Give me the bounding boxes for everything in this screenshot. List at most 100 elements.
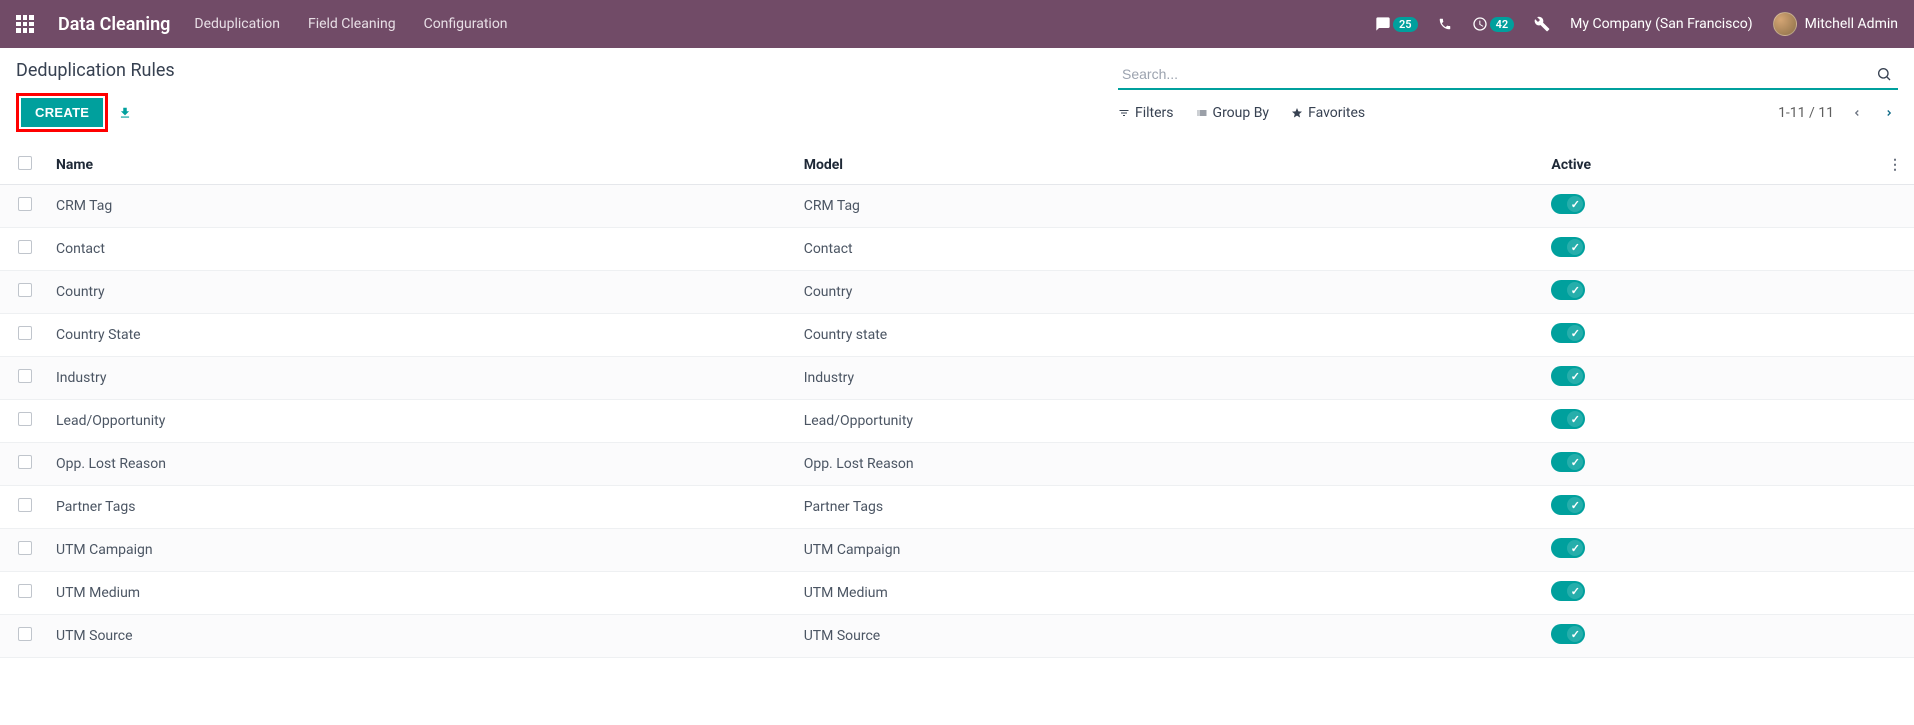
activities-icon[interactable]: 42 [1472,16,1515,32]
cell-name: Opp. Lost Reason [44,443,792,486]
cell-model: CRM Tag [792,185,1540,228]
active-toggle[interactable] [1551,323,1585,343]
col-model[interactable]: Model [792,146,1540,185]
active-toggle[interactable] [1551,581,1585,601]
groupby-button[interactable]: Group By [1196,105,1270,121]
cell-name: CRM Tag [44,185,792,228]
app-brand[interactable]: Data Cleaning [58,14,170,35]
cell-model: Lead/Opportunity [792,400,1540,443]
avatar [1773,12,1797,36]
cell-model: Industry [792,357,1540,400]
star-icon [1291,107,1303,119]
list-icon [1196,107,1208,119]
activities-badge: 42 [1490,17,1515,32]
table-row[interactable]: UTM CampaignUTM Campaign [0,529,1914,572]
row-checkbox[interactable] [18,326,32,340]
chevron-left-icon [1852,106,1862,120]
messages-badge: 25 [1393,17,1418,32]
table-row[interactable]: Opp. Lost ReasonOpp. Lost Reason [0,443,1914,486]
table-row[interactable]: ContactContact [0,228,1914,271]
active-toggle[interactable] [1551,624,1585,644]
active-toggle[interactable] [1551,495,1585,515]
funnel-icon [1118,107,1130,119]
phone-icon[interactable] [1438,17,1452,31]
control-panel: Deduplication Rules CREATE Filters [0,48,1914,140]
row-checkbox[interactable] [18,369,32,383]
col-name[interactable]: Name [44,146,792,185]
pager-prev[interactable] [1848,102,1866,124]
active-toggle[interactable] [1551,538,1585,558]
user-name: Mitchell Admin [1805,16,1898,32]
pager: 1-11 / 11 [1778,102,1898,124]
page-title: Deduplication Rules [16,60,175,81]
row-checkbox[interactable] [18,240,32,254]
cell-model: UTM Source [792,615,1540,658]
active-toggle[interactable] [1551,366,1585,386]
pager-next[interactable] [1880,102,1898,124]
cell-name: Industry [44,357,792,400]
cell-name: Country State [44,314,792,357]
cp-right: Filters Group By Favorites 1-11 / 11 [1118,60,1898,124]
select-all-checkbox[interactable] [18,156,32,170]
groupby-label: Group By [1213,105,1270,121]
export-icon[interactable] [118,106,132,120]
topbar-left: Data Cleaning Deduplication Field Cleani… [16,14,508,35]
table-row[interactable]: Lead/OpportunityLead/Opportunity [0,400,1914,443]
table-wrap: Name Model Active ⋮ CRM TagCRM TagContac… [0,146,1914,658]
nav-deduplication[interactable]: Deduplication [194,16,280,32]
active-toggle[interactable] [1551,237,1585,257]
pager-range: 1-11 / 11 [1778,105,1834,121]
filters-button[interactable]: Filters [1118,105,1174,121]
row-checkbox[interactable] [18,541,32,555]
col-options[interactable]: ⋮ [1876,146,1914,185]
cp-left: Deduplication Rules CREATE [16,60,175,132]
active-toggle[interactable] [1551,194,1585,214]
cp-bottom: Filters Group By Favorites 1-11 / 11 [1118,102,1898,124]
table-row[interactable]: Partner TagsPartner Tags [0,486,1914,529]
row-checkbox[interactable] [18,627,32,641]
row-checkbox[interactable] [18,283,32,297]
nav-field-cleaning[interactable]: Field Cleaning [308,16,396,32]
table-row[interactable]: UTM MediumUTM Medium [0,572,1914,615]
table-row[interactable]: CountryCountry [0,271,1914,314]
row-checkbox[interactable] [18,197,32,211]
user-menu[interactable]: Mitchell Admin [1773,12,1898,36]
active-toggle[interactable] [1551,409,1585,429]
cell-model: Partner Tags [792,486,1540,529]
row-checkbox[interactable] [18,455,32,469]
cell-model: Opp. Lost Reason [792,443,1540,486]
cell-model: UTM Campaign [792,529,1540,572]
nav-configuration[interactable]: Configuration [424,16,508,32]
search-icon[interactable] [1876,66,1892,82]
cell-name: Country [44,271,792,314]
debug-icon[interactable] [1534,16,1550,32]
cell-model: UTM Medium [792,572,1540,615]
cell-name: Partner Tags [44,486,792,529]
table-row[interactable]: UTM SourceUTM Source [0,615,1914,658]
search-input[interactable] [1118,60,1898,88]
row-checkbox[interactable] [18,584,32,598]
cell-model: Country state [792,314,1540,357]
col-active[interactable]: Active [1539,146,1876,185]
cp-actions: CREATE [16,93,175,132]
messages-icon[interactable]: 25 [1375,16,1418,32]
table-row[interactable]: Country StateCountry state [0,314,1914,357]
cell-name: Lead/Opportunity [44,400,792,443]
search-wrap [1118,60,1898,90]
table-row[interactable]: CRM TagCRM Tag [0,185,1914,228]
rules-table: Name Model Active ⋮ CRM TagCRM TagContac… [0,146,1914,658]
cell-name: UTM Campaign [44,529,792,572]
company-selector[interactable]: My Company (San Francisco) [1570,16,1752,32]
active-toggle[interactable] [1551,452,1585,472]
favorites-button[interactable]: Favorites [1291,105,1365,121]
create-highlight: CREATE [16,93,108,132]
cell-name: UTM Medium [44,572,792,615]
table-row[interactable]: IndustryIndustry [0,357,1914,400]
row-checkbox[interactable] [18,412,32,426]
apps-icon[interactable] [16,15,34,33]
active-toggle[interactable] [1551,280,1585,300]
create-button[interactable]: CREATE [21,98,103,127]
filters-label: Filters [1135,105,1174,121]
cell-model: Contact [792,228,1540,271]
row-checkbox[interactable] [18,498,32,512]
